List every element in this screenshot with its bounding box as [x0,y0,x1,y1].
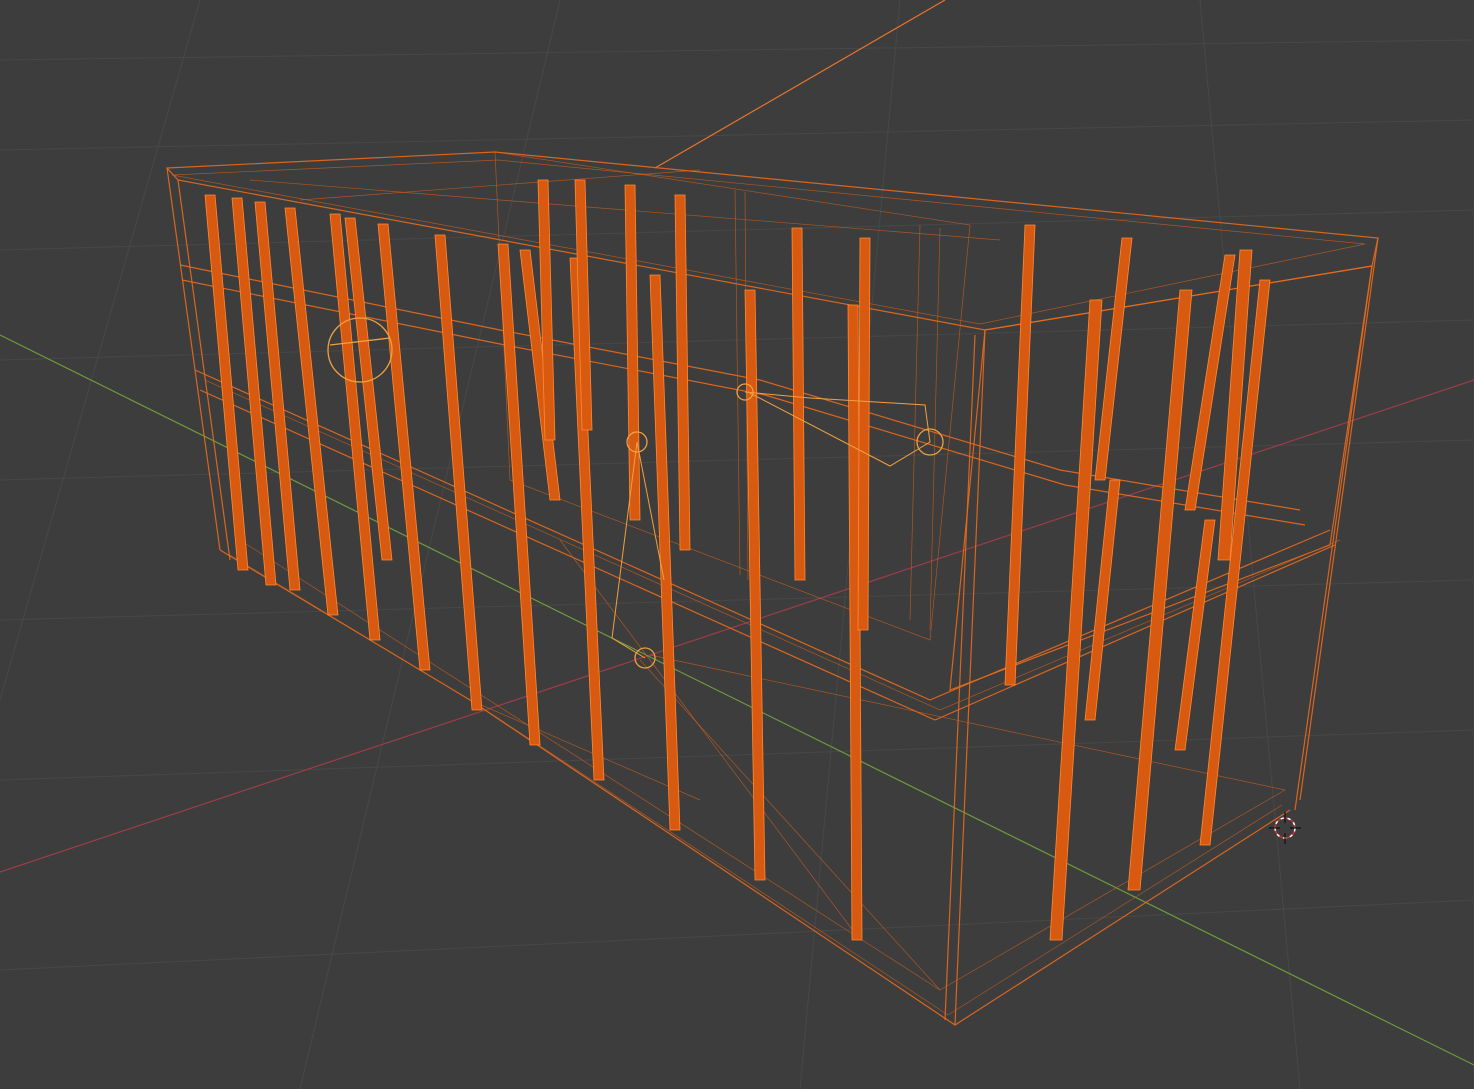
light-direction-line [654,0,946,169]
wall-frame-object[interactable] [165,151,1379,1026]
x-axis-line [0,379,1474,873]
viewport-canvas[interactable] [0,0,1474,1089]
3d-viewport[interactable] [0,0,1474,1089]
studs-left-wall [204,179,871,941]
3d-cursor-icon[interactable] [1269,812,1301,844]
floor-grid [0,0,1474,1089]
